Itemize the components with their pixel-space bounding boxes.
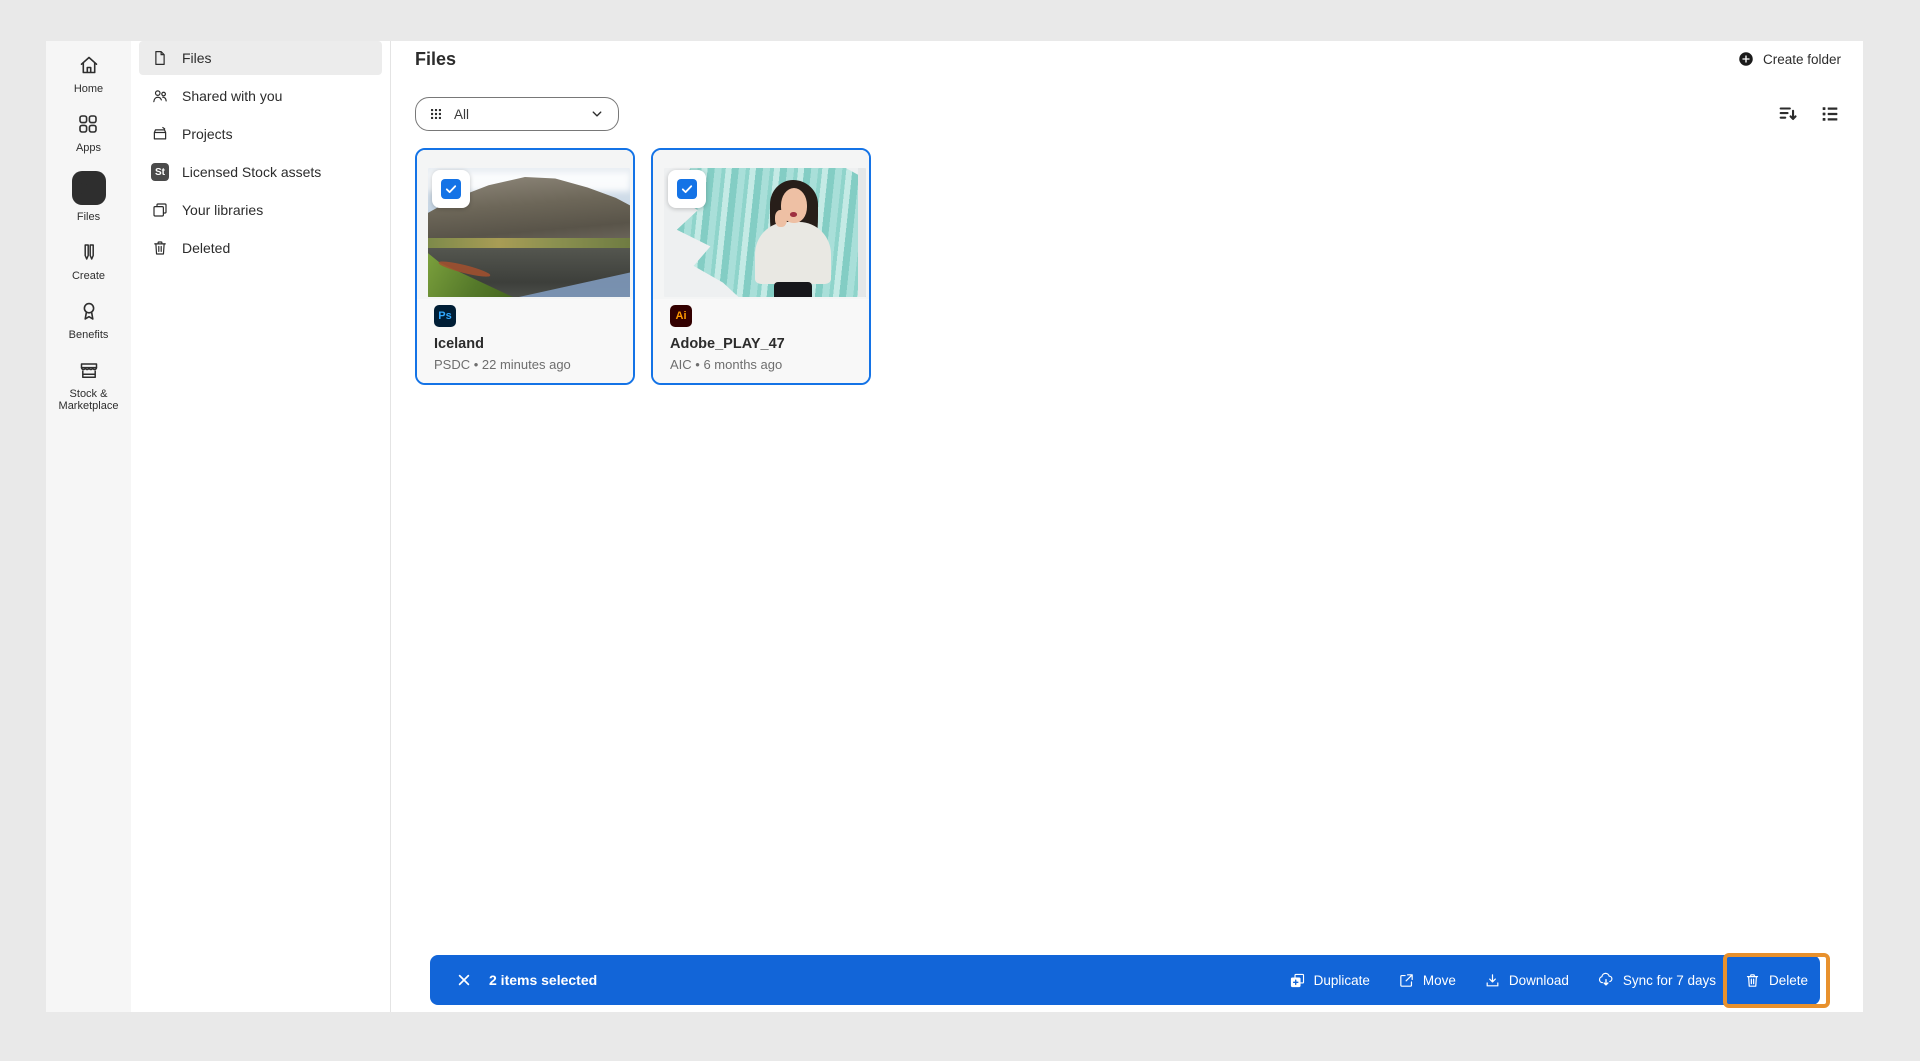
delete-trash-icon — [1744, 972, 1761, 989]
stock-st-icon: St — [151, 163, 169, 181]
sidebar-item-label: Your libraries — [182, 202, 263, 218]
rail-label: Home — [74, 83, 103, 95]
rail-item-create[interactable]: Create — [72, 240, 105, 282]
sidebar-item-deleted[interactable]: Deleted — [139, 231, 382, 265]
apps-icon — [76, 112, 100, 136]
view-controls — [1777, 103, 1841, 125]
storefront-icon — [77, 358, 101, 382]
trash-icon — [151, 239, 169, 257]
bar-button-label: Download — [1509, 973, 1569, 988]
close-icon[interactable] — [456, 972, 472, 988]
benefits-icon — [77, 299, 101, 323]
rail-label: Benefits — [69, 329, 109, 341]
rail-label: Apps — [76, 142, 101, 154]
folder-icon — [79, 178, 99, 198]
file-meta: AIC • 6 months ago — [670, 357, 852, 372]
sort-icon[interactable] — [1777, 103, 1799, 125]
selection-action-bar: 2 items selected Duplicate Move — [430, 955, 1820, 1005]
rail-item-files[interactable]: Files — [72, 171, 106, 223]
grid-icon — [428, 106, 444, 122]
sidebar-item-label: Deleted — [182, 240, 230, 256]
file-name: Adobe_PLAY_47 — [670, 336, 852, 352]
list-view-icon[interactable] — [1819, 103, 1841, 125]
plus-circle-icon — [1737, 50, 1755, 68]
icon-rail: Home Apps Files Create — [46, 41, 131, 1012]
rail-item-benefits[interactable]: Benefits — [69, 299, 109, 341]
sidebar-item-label: Licensed Stock assets — [182, 164, 321, 180]
create-icon — [77, 240, 101, 264]
files-sidebar: Files Shared with you Projects St Licens… — [131, 41, 391, 1012]
sidebar-item-label: Files — [182, 50, 212, 66]
move-button[interactable]: Move — [1398, 972, 1456, 989]
rail-label: Files — [77, 211, 100, 223]
sidebar-item-shared-with-you[interactable]: Shared with you — [139, 79, 382, 113]
file-grid: Ps Iceland PSDC • 22 minutes ago — [415, 148, 1841, 385]
main-content: Files Create folder All — [391, 41, 1863, 1012]
thumbnail-area — [417, 150, 633, 299]
sidebar-item-projects[interactable]: Projects — [139, 117, 382, 151]
filter-selected-value: All — [454, 107, 469, 122]
selection-count-text: 2 items selected — [489, 972, 597, 988]
file-checkbox[interactable] — [432, 170, 470, 208]
main-header: Files Create folder — [415, 48, 1841, 70]
sidebar-item-your-libraries[interactable]: Your libraries — [139, 193, 382, 227]
delete-button[interactable]: Delete — [1744, 972, 1808, 989]
document-icon — [151, 49, 169, 67]
file-card-iceland[interactable]: Ps Iceland PSDC • 22 minutes ago — [415, 148, 635, 385]
sync-cloud-icon — [1597, 971, 1615, 989]
page-title: Files — [415, 49, 456, 70]
file-meta: PSDC • 22 minutes ago — [434, 357, 616, 372]
duplicate-icon — [1289, 972, 1306, 989]
photoshop-badge-icon: Ps — [434, 305, 456, 327]
create-folder-label: Create folder — [1763, 52, 1841, 67]
file-info: Ai Adobe_PLAY_47 AIC • 6 months ago — [653, 299, 869, 383]
sidebar-item-label: Shared with you — [182, 88, 282, 104]
chevron-down-icon — [588, 105, 606, 123]
bar-button-label: Sync for 7 days — [1623, 973, 1716, 988]
rail-label: Create — [72, 270, 105, 282]
check-icon — [680, 182, 694, 196]
files-active-tile — [72, 171, 106, 205]
shared-users-icon — [151, 87, 169, 105]
libraries-icon — [151, 201, 169, 219]
sidebar-item-label: Projects — [182, 126, 233, 142]
file-info: Ps Iceland PSDC • 22 minutes ago — [417, 299, 633, 383]
bar-button-label: Delete — [1769, 973, 1808, 988]
checkbox-checked — [677, 179, 697, 199]
bar-button-label: Move — [1423, 973, 1456, 988]
download-button[interactable]: Download — [1484, 972, 1569, 989]
rail-label: Stock & Marketplace — [50, 388, 128, 412]
checkbox-checked — [441, 179, 461, 199]
bar-button-label: Duplicate — [1314, 973, 1370, 988]
rail-item-stock-marketplace[interactable]: Stock & Marketplace — [50, 358, 128, 412]
filter-dropdown[interactable]: All — [415, 97, 619, 131]
move-icon — [1398, 972, 1415, 989]
thumbnail-area — [653, 150, 869, 299]
bar-actions: Duplicate Move Download S — [1289, 971, 1808, 989]
sidebar-item-licensed-stock[interactable]: St Licensed Stock assets — [139, 155, 382, 189]
app-window: Home Apps Files Create — [46, 41, 1863, 1012]
download-icon — [1484, 972, 1501, 989]
sidebar-item-files[interactable]: Files — [139, 41, 382, 75]
check-icon — [444, 182, 458, 196]
toolbar: All — [415, 97, 1841, 131]
projects-icon — [151, 125, 169, 143]
rail-item-apps[interactable]: Apps — [76, 112, 101, 154]
rail-item-home[interactable]: Home — [74, 53, 103, 95]
sync-button[interactable]: Sync for 7 days — [1597, 971, 1716, 989]
file-card-adobe-play-47[interactable]: Ai Adobe_PLAY_47 AIC • 6 months ago — [651, 148, 871, 385]
duplicate-button[interactable]: Duplicate — [1289, 972, 1370, 989]
file-checkbox[interactable] — [668, 170, 706, 208]
home-icon — [77, 53, 101, 77]
selection-info: 2 items selected — [456, 972, 597, 988]
illustrator-badge-icon: Ai — [670, 305, 692, 327]
file-name: Iceland — [434, 336, 616, 352]
create-folder-button[interactable]: Create folder — [1737, 50, 1841, 68]
